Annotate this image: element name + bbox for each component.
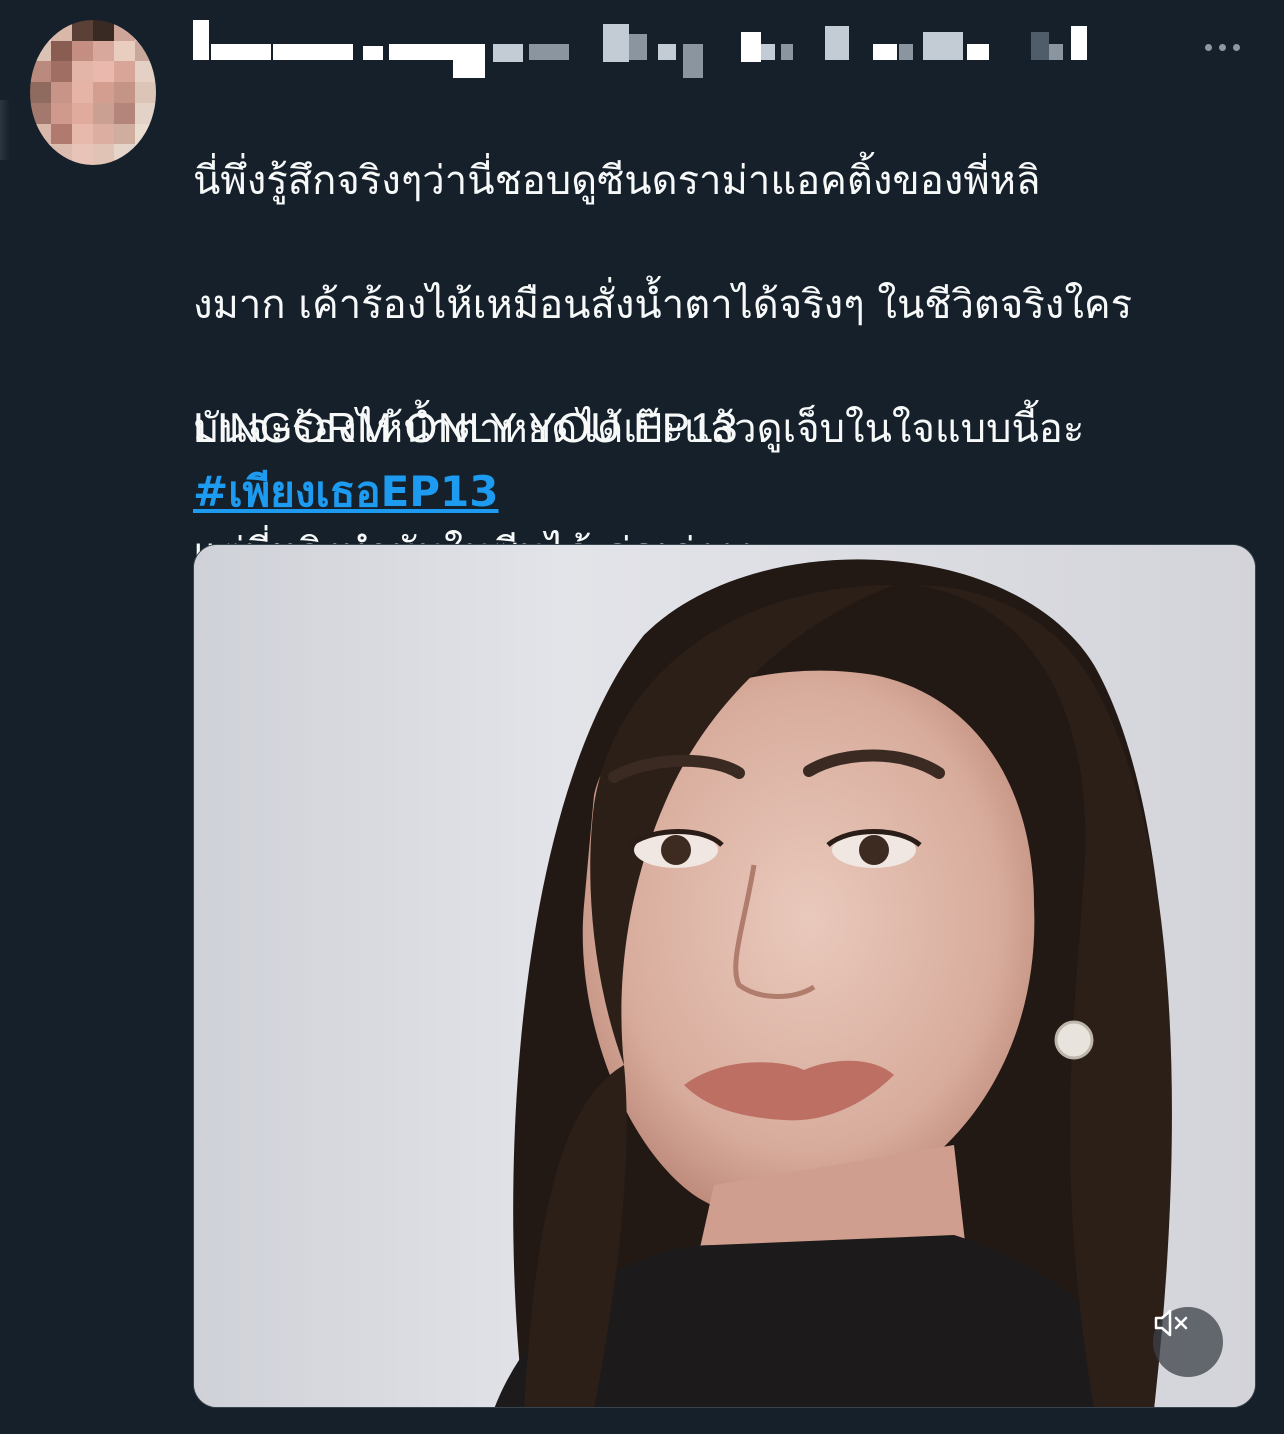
tweet-body-line: งมาก เค้าร้องไห้เหมือนสั่งน้ำตาได้จริงๆ … xyxy=(193,282,1133,328)
tweet-body-line: นี่พึ่งรู้สึกจริงๆว่านี่ชอบดูซีนดราม่าแอ… xyxy=(193,158,1041,204)
more-horizontal-icon[interactable] xyxy=(1205,38,1253,56)
avatar[interactable] xyxy=(30,20,156,165)
tweet-video[interactable] xyxy=(193,544,1256,1408)
tweet[interactable]: นี่พึ่งรู้สึกจริงๆว่านี่ชอบดูซีนดราม่าแอ… xyxy=(0,0,1284,1434)
author-name-pixelated[interactable] xyxy=(193,14,1103,84)
thread-edge xyxy=(0,100,10,160)
video-frame xyxy=(194,545,1255,1407)
hashtag-link[interactable]: #เพียงเธอEP13 xyxy=(193,464,498,520)
tweet-caption: LINGORM ONLY YOU EP13 xyxy=(193,404,739,451)
volume-muted-icon xyxy=(1154,1309,1188,1337)
mute-button[interactable] xyxy=(1153,1307,1223,1377)
